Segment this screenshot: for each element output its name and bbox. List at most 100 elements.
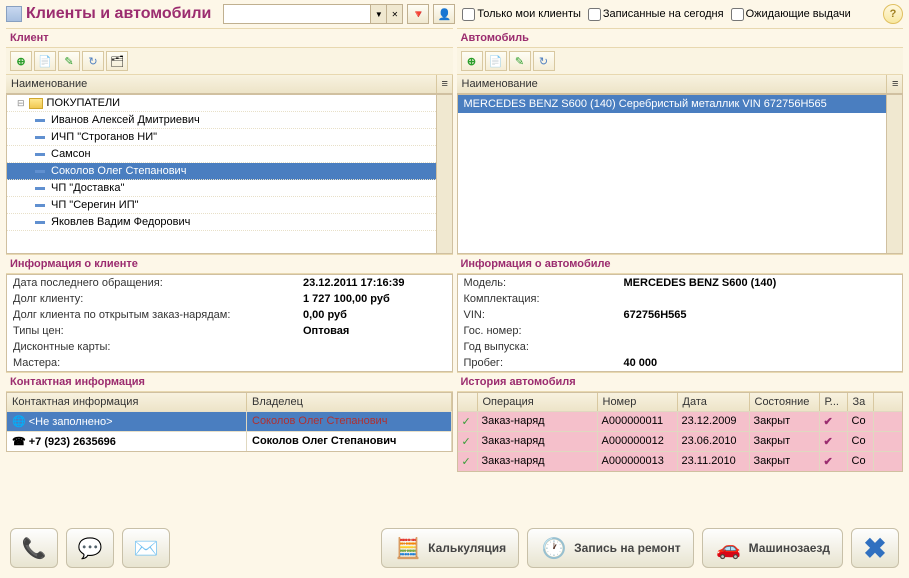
history-cell: Заказ-наряд xyxy=(478,452,598,471)
hierarchy-button[interactable]: 🗂 xyxy=(106,51,128,71)
auto-toolbar: ⊕ 📄 ✎ ↻ xyxy=(457,48,904,75)
contact-col2[interactable]: Владелец xyxy=(247,393,452,411)
info-label: Год выпуска: xyxy=(464,341,624,353)
item-label: Соколов Олег Степанович xyxy=(51,165,186,177)
app-icon xyxy=(6,6,22,22)
history-cell: Со xyxy=(848,432,874,451)
auto-column-header[interactable]: Наименование xyxy=(457,75,888,93)
client-header: Клиент xyxy=(6,28,453,48)
info-label: Комплектация: xyxy=(464,293,624,305)
scrollbar[interactable] xyxy=(886,95,902,253)
info-label: VIN: xyxy=(464,309,624,321)
item-icon xyxy=(35,221,45,224)
auto-header: Автомобиль xyxy=(457,28,904,48)
tree-item[interactable]: ЧП "Доставка" xyxy=(7,180,452,197)
info-label: Долг клиенту: xyxy=(13,293,303,305)
sms-button[interactable]: 💬 xyxy=(66,528,114,568)
history-cell: 23.11.2010 xyxy=(678,452,750,471)
history-col[interactable]: Операция xyxy=(478,393,598,411)
item-icon xyxy=(35,187,45,190)
sort-icon[interactable]: ≡ xyxy=(437,75,453,93)
history-row[interactable]: ✓Заказ-нарядА00000001223.06.2010Закрыт✔С… xyxy=(458,431,903,451)
client-tree[interactable]: ⊟ ПОКУПАТЕЛИ Иванов Алексей Дмитриевич ИЧ… xyxy=(6,94,453,254)
tree-folder[interactable]: ⊟ ПОКУПАТЕЛИ xyxy=(7,95,452,112)
auto-info-header: Информация о автомобиле xyxy=(457,254,904,274)
auto-list[interactable]: MERCEDES BENZ S600 (140) Серебристый мет… xyxy=(457,94,904,254)
contact-table: Контактная информация Владелец 🌐 <Не зап… xyxy=(6,392,453,452)
tree-item[interactable]: Иванов Алексей Дмитриевич xyxy=(7,112,452,129)
search-input[interactable] xyxy=(224,5,370,23)
add-button[interactable]: ⊕ xyxy=(461,51,483,71)
history-col[interactable]: Р... xyxy=(820,393,848,411)
info-row: VIN:672756H565 xyxy=(458,307,903,323)
auto-info-grid: Модель:MERCEDES BENZ S600 (140)Комплекта… xyxy=(457,274,904,372)
item-icon xyxy=(35,153,45,156)
auto-row[interactable]: MERCEDES BENZ S600 (140) Серебристый мет… xyxy=(458,95,903,113)
item-icon xyxy=(35,170,45,173)
history-cell: Закрыт xyxy=(750,412,820,431)
info-label: Дисконтные карты: xyxy=(13,341,303,353)
info-row: Типы цен:Оптовая xyxy=(7,323,452,339)
find-button[interactable]: 👤 xyxy=(433,4,455,24)
contact-col1[interactable]: Контактная информация xyxy=(7,393,247,411)
help-button[interactable]: ? xyxy=(883,4,903,24)
refresh-button[interactable]: ↻ xyxy=(82,51,104,71)
copy-button[interactable]: 📄 xyxy=(34,51,56,71)
tree-item[interactable]: ИЧП "Строганов НИ" xyxy=(7,129,452,146)
phone-button[interactable]: 📞 xyxy=(10,528,58,568)
refresh-button[interactable]: ↻ xyxy=(533,51,555,71)
sort-icon[interactable]: ≡ xyxy=(887,75,903,93)
clear-icon[interactable]: ✕ xyxy=(386,5,402,23)
search-combo[interactable]: ▼ ✕ xyxy=(223,4,403,24)
doc-icon: ✓ xyxy=(458,412,478,431)
history-table: ОперацияНомерДатаСостояниеР...За ✓Заказ-… xyxy=(457,392,904,472)
copy-button[interactable]: 📄 xyxy=(485,51,507,71)
filter-button[interactable]: 🔻 xyxy=(407,4,429,24)
history-col[interactable]: За xyxy=(848,393,874,411)
history-cell: 23.12.2009 xyxy=(678,412,750,431)
edit-button[interactable]: ✎ xyxy=(509,51,531,71)
scrollbar[interactable] xyxy=(436,95,452,253)
contact-owner: Соколов Олег Степанович xyxy=(247,432,452,451)
waiting-check[interactable]: Ожидающие выдачи xyxy=(731,8,851,21)
item-label: ИЧП "Строганов НИ" xyxy=(51,131,157,143)
item-label: Яковлев Вадим Федорович xyxy=(51,216,190,228)
history-col[interactable] xyxy=(458,393,478,411)
close-icon: ✖ xyxy=(863,532,886,565)
tree-item[interactable]: Яковлев Вадим Федорович xyxy=(7,214,452,231)
client-info-grid: Дата последнего обращения:23.12.2011 17:… xyxy=(6,274,453,372)
history-row[interactable]: ✓Заказ-нарядА00000001123.12.2009Закрыт✔С… xyxy=(458,411,903,431)
entry-button[interactable]: 🚗 Машинозаезд xyxy=(702,528,843,568)
contact-row[interactable]: ☎ +7 (923) 2635696Соколов Олег Степанови… xyxy=(7,431,452,451)
history-col[interactable]: Состояние xyxy=(750,393,820,411)
email-button[interactable]: ✉️ xyxy=(122,528,170,568)
info-label: Мастера: xyxy=(13,357,303,369)
history-cell: Со xyxy=(848,452,874,471)
history-cell: Закрыт xyxy=(750,452,820,471)
doc-icon: ✓ xyxy=(458,432,478,451)
history-cell: ✔ xyxy=(820,432,848,451)
contact-info: 🌐 <Не заполнено> xyxy=(7,412,247,431)
repair-button[interactable]: 🕐 Запись на ремонт xyxy=(527,528,693,568)
info-value: 672756H565 xyxy=(624,309,687,321)
info-value: 40 000 xyxy=(624,357,658,369)
client-column-header[interactable]: Наименование xyxy=(6,75,437,93)
tree-item[interactable]: ЧП "Серегин ИП" xyxy=(7,197,452,214)
edit-button[interactable]: ✎ xyxy=(58,51,80,71)
history-col[interactable]: Номер xyxy=(598,393,678,411)
history-row[interactable]: ✓Заказ-нарядА00000001323.11.2010Закрыт✔С… xyxy=(458,451,903,471)
contact-row[interactable]: 🌐 <Не заполнено>Соколов Олег Степанович xyxy=(7,411,452,431)
history-col[interactable]: Дата xyxy=(678,393,750,411)
today-check[interactable]: Записанные на сегодня xyxy=(588,8,724,21)
tree-item[interactable]: Соколов Олег Степанович xyxy=(7,163,452,180)
calc-button[interactable]: 🧮 Калькуляция xyxy=(381,528,519,568)
contact-owner: Соколов Олег Степанович xyxy=(247,412,452,431)
only-my-check[interactable]: Только мои клиенты xyxy=(462,8,581,21)
add-button[interactable]: ⊕ xyxy=(10,51,32,71)
info-value: 23.12.2011 17:16:39 xyxy=(303,277,405,289)
close-button[interactable]: ✖ xyxy=(851,528,899,568)
item-label: Иванов Алексей Дмитриевич xyxy=(51,114,200,126)
dropdown-icon[interactable]: ▼ xyxy=(370,5,386,23)
tree-item[interactable]: Самсон xyxy=(7,146,452,163)
item-label: Самсон xyxy=(51,148,91,160)
